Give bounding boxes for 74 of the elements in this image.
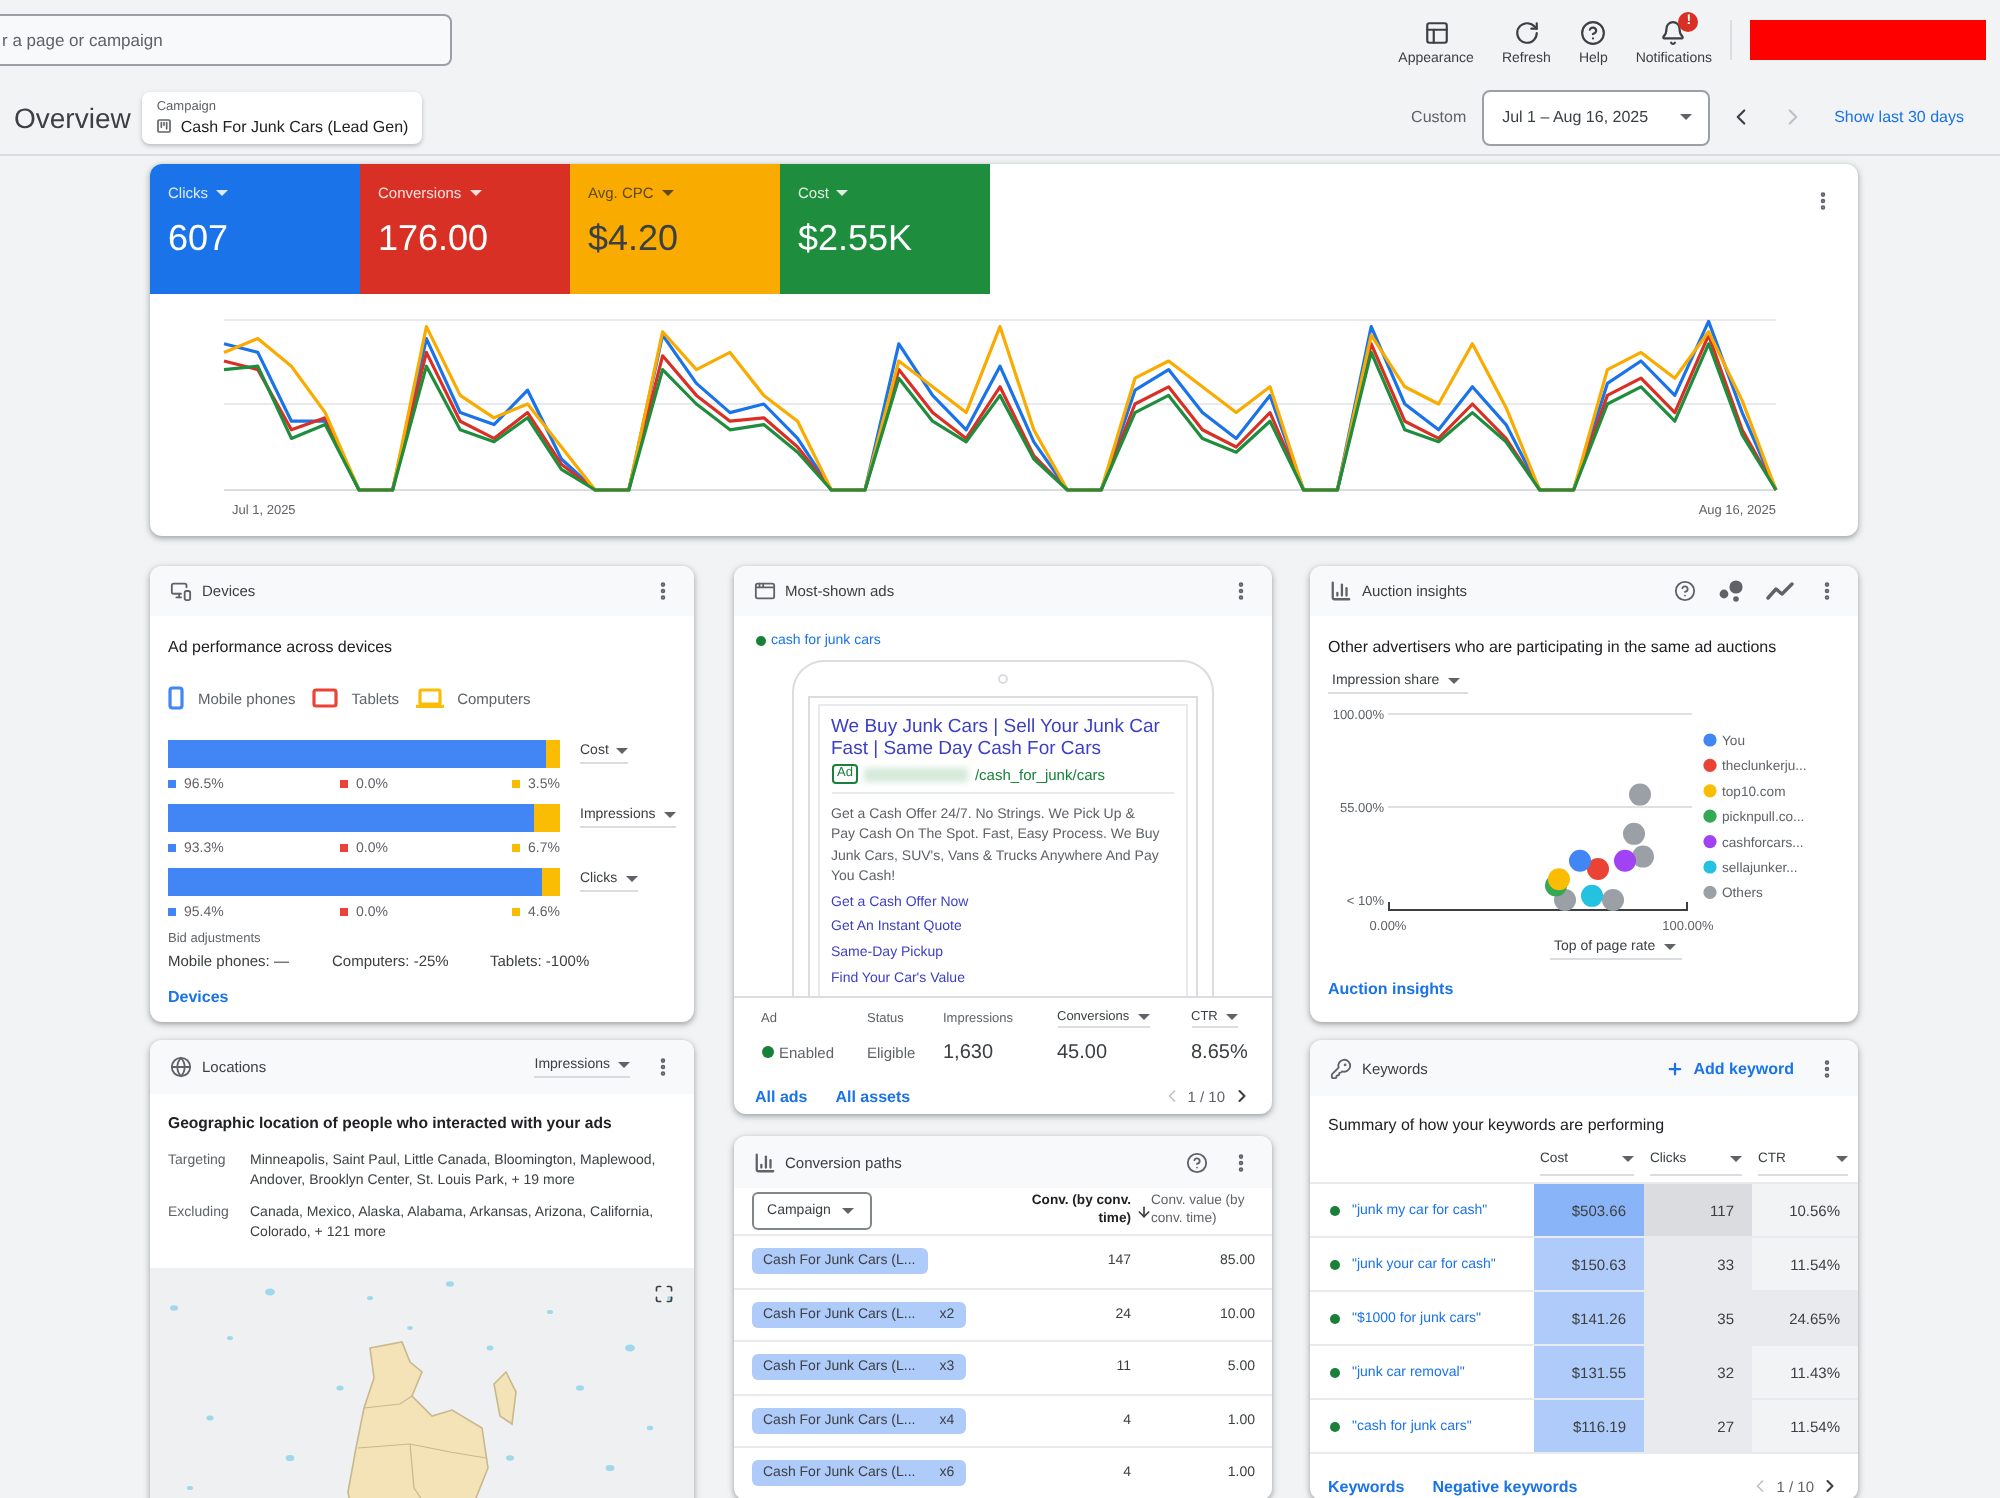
- caret-icon: [842, 1208, 855, 1214]
- layout-icon: [1423, 19, 1450, 45]
- sort-arrow-icon: [1135, 1203, 1151, 1219]
- blurred-domain-block: [864, 767, 969, 781]
- footer-link[interactable]: All ads: [755, 1087, 808, 1105]
- bar-chart-icon: [753, 1151, 775, 1173]
- footer-link[interactable]: All assets: [835, 1087, 911, 1105]
- bubbles-icon: [1718, 580, 1744, 602]
- bar-chart-icon: [1330, 580, 1352, 602]
- caret-icon: [663, 812, 676, 818]
- devices-link[interactable]: Devices: [168, 988, 229, 1006]
- caret-icon: [616, 748, 629, 754]
- stat-value: 45.00: [1057, 1041, 1110, 1063]
- help-button[interactable]: [1674, 580, 1696, 602]
- card-subtitle: Summary of how your keywords are performing: [1328, 1114, 1667, 1136]
- trend-view-button[interactable]: [1766, 582, 1794, 600]
- page-title: Overview: [14, 101, 131, 133]
- monitor-phone-icon: [170, 580, 192, 602]
- date-range-dropdown[interactable]: Jul 1 – Aug 16, 2025: [1482, 89, 1711, 145]
- caret-icon: [1730, 1155, 1742, 1161]
- card-subtitle: Other advertisers who are participating in the same ad auctions: [1328, 636, 1777, 658]
- metric-value: 607: [168, 218, 229, 260]
- campaign-icon: [156, 118, 173, 134]
- caret-icon: [618, 1061, 630, 1067]
- show-last-30-days-link[interactable]: Show last 30 days: [1834, 108, 1964, 126]
- caret-icon: [216, 190, 228, 196]
- footer-link[interactable]: Negative keywords: [1432, 1477, 1578, 1495]
- legend-square-icon: [168, 908, 176, 916]
- card-subtitle: Ad performance across devices: [168, 636, 393, 658]
- ad-headline[interactable]: We Buy Junk Cars | Sell Your Junk Car Fast | Same Day Cash For Cars: [831, 716, 1161, 760]
- caret-icon: [1663, 944, 1676, 950]
- caret-icon: [625, 876, 638, 882]
- legend-square-icon: [512, 844, 521, 852]
- help-button[interactable]: [1185, 1151, 1207, 1173]
- metric-value: 176.00: [378, 218, 489, 260]
- refresh-icon: [1513, 19, 1540, 45]
- caret-icon: [469, 190, 482, 196]
- stat-value: 1,630: [943, 1041, 996, 1063]
- camera-dot-icon: [997, 674, 1007, 684]
- caret-icon: [1836, 1155, 1848, 1161]
- bubble-view-button[interactable]: [1718, 580, 1744, 602]
- campaign-name: Cash For Junk Cars (Lead Gen): [180, 117, 409, 135]
- legend-square-icon: [340, 844, 348, 852]
- caret-icon: [1447, 678, 1460, 684]
- stat-value: 8.65%: [1191, 1041, 1250, 1063]
- caret-icon: [1680, 114, 1693, 120]
- legend-square-icon: [512, 908, 521, 916]
- auction-insights-link[interactable]: Auction insights: [1328, 980, 1454, 998]
- search-field[interactable]: r a page or campaign: [0, 14, 452, 66]
- caret-icon: [661, 190, 674, 196]
- bell-icon: [1660, 19, 1687, 45]
- metric-value: $4.20: [588, 218, 679, 260]
- range-type-label: Custom: [1411, 108, 1467, 126]
- help-icon: [1674, 580, 1696, 602]
- legend-square-icon: [340, 908, 348, 916]
- plus-icon: [1665, 1059, 1684, 1077]
- metric-value: $2.55K: [798, 218, 913, 260]
- legend-square-icon: [340, 780, 348, 788]
- key-icon: [1330, 1057, 1352, 1079]
- caret-icon: [1137, 1014, 1150, 1020]
- fullscreen-button[interactable]: [654, 1284, 674, 1304]
- help-icon: [1185, 1151, 1207, 1173]
- window-icon: [753, 580, 775, 602]
- globe-icon: [170, 1056, 192, 1078]
- legend-square-icon: [512, 780, 521, 788]
- caret-icon: [1225, 1014, 1238, 1020]
- add-keyword-button[interactable]: Add keyword: [1665, 1059, 1794, 1077]
- legend-square-icon: [168, 780, 176, 788]
- help-icon: [1580, 19, 1607, 45]
- footer-link[interactable]: Keywords: [1328, 1477, 1405, 1495]
- legend-square-icon: [168, 844, 176, 852]
- line-chart-icon: [1766, 582, 1794, 600]
- caret-icon: [1622, 1155, 1634, 1161]
- caret-icon: [836, 190, 849, 196]
